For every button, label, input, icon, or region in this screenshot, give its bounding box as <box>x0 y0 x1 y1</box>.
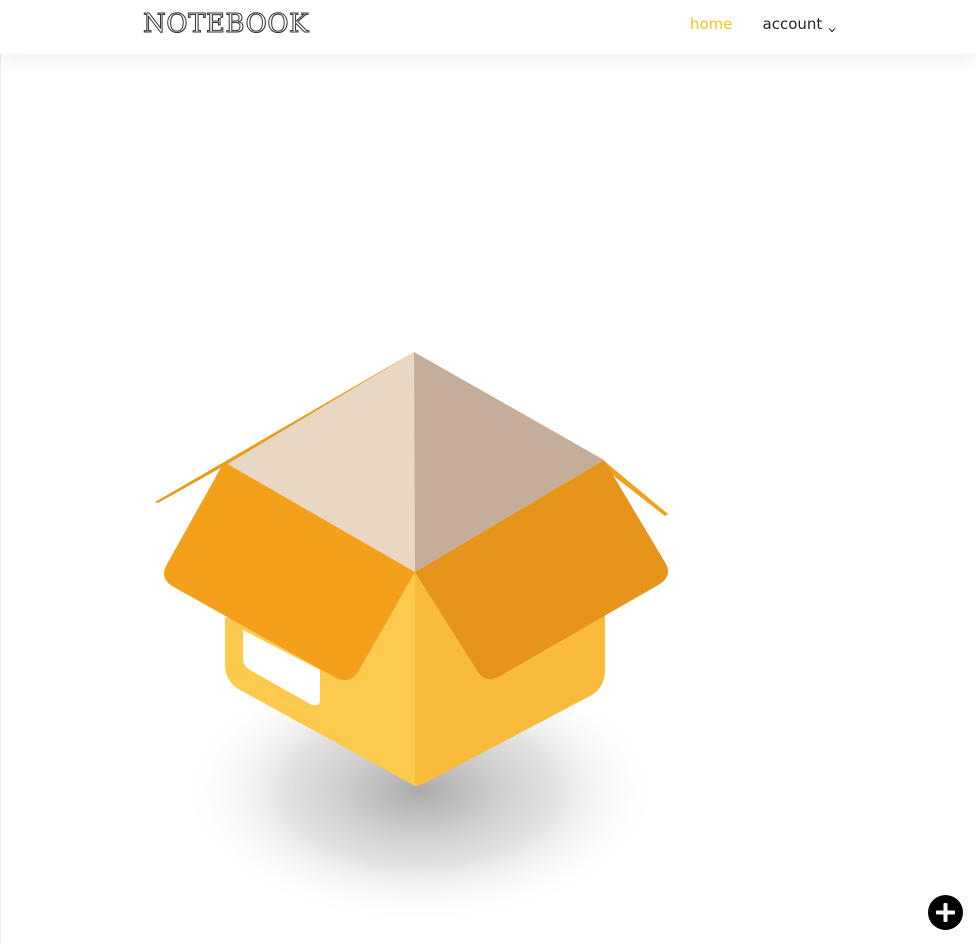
add-note-button[interactable] <box>928 895 963 930</box>
nav-dropdown-account[interactable]: account <box>763 15 837 33</box>
main-nav: home account <box>690 15 836 33</box>
page: NOTEBOOK home account <box>0 0 977 943</box>
nav-link-home[interactable]: home <box>690 15 733 33</box>
chevron-down-icon <box>828 20 836 33</box>
plus-icon <box>936 903 955 922</box>
nav-account-label: account <box>762 15 823 33</box>
page-border <box>0 54 1 943</box>
empty-box-illustration <box>140 340 700 930</box>
top-navbar: NOTEBOOK home account <box>0 0 977 54</box>
brand-logo[interactable]: NOTEBOOK <box>142 9 309 40</box>
